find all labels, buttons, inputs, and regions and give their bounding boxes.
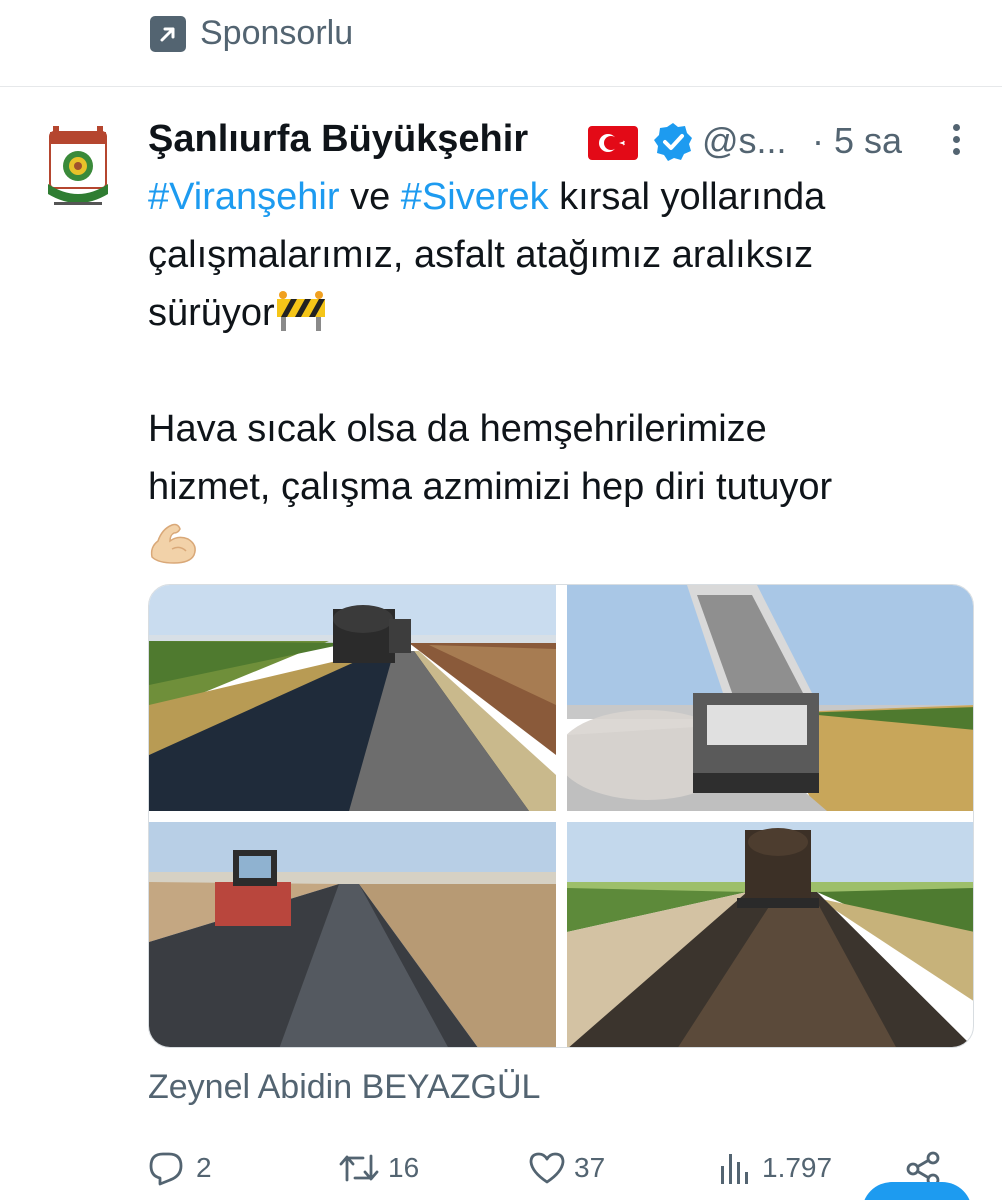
tweet-text: #Viranşehir ve #Siverek kırsal yollarınd… [148,168,968,574]
sponsored-header: Sponsorlu [0,0,1002,86]
tweet-photo[interactable] [149,822,556,1047]
tweet-photo[interactable] [567,585,973,811]
flexed-biceps-emoji-icon [148,519,200,565]
like-count: 37 [574,1152,606,1183]
construction-barrier-emoji-icon [275,290,327,331]
views-chart-icon [721,1154,748,1184]
promoted-arrow-icon [150,16,186,52]
photo-credit[interactable]: Zeynel Abidin BEYAZGÜL [148,1068,540,1107]
sponsored-label: Sponsorlu [200,14,354,52]
action-bar: 2 16 37 1.797 [148,1146,988,1192]
verified-badge-icon[interactable] [652,121,694,163]
heart-icon [529,1152,565,1184]
tweet-text-fragment: sürüyor [148,292,275,334]
reply-button[interactable]: 2 [148,1146,228,1192]
like-button[interactable]: 37 [528,1146,628,1192]
tweet-timestamp[interactable]: · 5 sa [812,120,902,162]
reply-count: 2 [196,1152,212,1183]
divider [0,86,1002,87]
tweet-header: Şanlıurfa Büyükşehir @s... · 5 sa [148,116,978,166]
views-count: 1.797 [762,1152,833,1183]
compose-fab[interactable] [862,1182,972,1200]
media-grid [148,584,974,1048]
author-handle[interactable]: @s... [702,120,787,162]
tweet-photo[interactable] [149,585,556,811]
hashtag-link[interactable]: #Viranşehir [148,176,340,218]
reply-icon [149,1152,183,1186]
turkey-flag-icon [588,126,638,160]
tweet-text-line: çalışmalarımız, asfalt atağımız aralıksı… [148,234,814,276]
author-name[interactable]: Şanlıurfa Büyükşehir [148,118,528,161]
repost-icon [339,1154,379,1182]
tweet-photo[interactable] [567,822,973,1047]
tweet-text-fragment: kırsal yollarında [548,176,826,218]
tweet-text-line: Hava sıcak olsa da hemşehrilerimize [148,408,767,450]
more-options-icon[interactable] [944,120,968,164]
repost-count: 16 [388,1152,420,1183]
avatar[interactable] [40,122,116,212]
hashtag-link[interactable]: #Siverek [401,176,549,218]
repost-button[interactable]: 16 [338,1146,438,1192]
views-button[interactable]: 1.797 [718,1146,848,1192]
tweet-text-fragment: ve [339,176,401,218]
tweet-text-line: hizmet, çalışma azmimizi hep diri tutuyo… [148,466,833,508]
